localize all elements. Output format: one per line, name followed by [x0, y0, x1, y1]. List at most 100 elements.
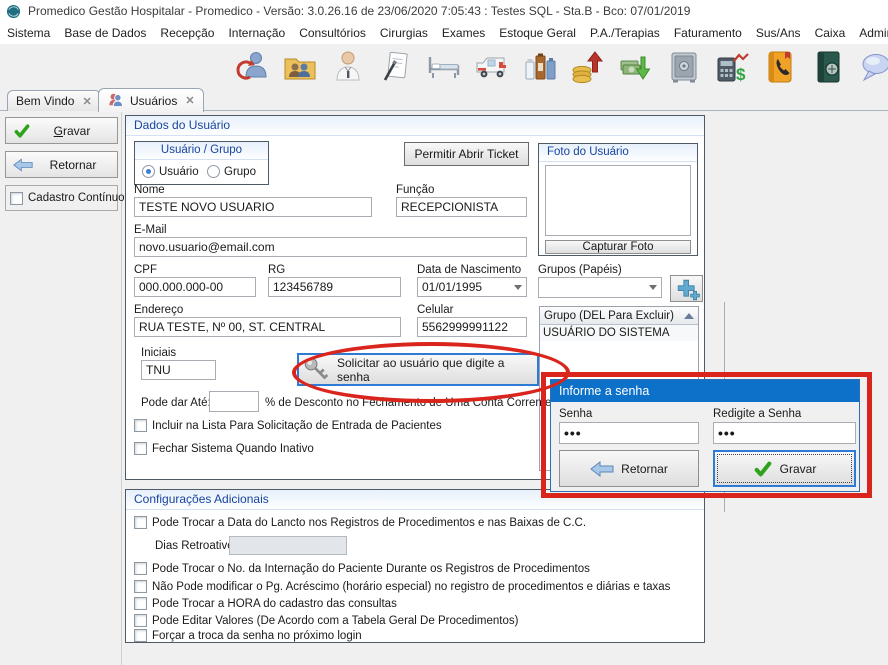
config-row: Pode Trocar o No. da Internação do Pacie…	[134, 562, 590, 575]
close-tab-icon[interactable]: ✕	[185, 94, 194, 107]
menu-caixa[interactable]: Caixa	[808, 26, 853, 40]
grupos-label: Grupos (Papéis)	[538, 264, 622, 276]
config-label: Pode Trocar a Data do Lancto nos Registr…	[152, 517, 586, 529]
cpf-label: CPF	[134, 264, 157, 276]
group-title: Configurações Adicionais	[126, 490, 704, 510]
dialog-retornar-label: Retornar	[621, 462, 668, 476]
app-window: Promedico Gestão Hospitalar - Promedico …	[0, 0, 888, 665]
menu-sistema[interactable]: Sistema	[0, 26, 57, 40]
users-sync-icon[interactable]	[233, 48, 271, 86]
capturar-foto-label: Capturar Foto	[583, 241, 654, 253]
menu-consultorios[interactable]: Consultórios	[292, 26, 373, 40]
menu-recepcao[interactable]: Recepção	[153, 26, 221, 40]
config-row: Pode Editar Valores (De Acordo com a Tab…	[134, 614, 518, 627]
cadastro-continuo-checkbox[interactable]	[10, 192, 23, 205]
ledger-book-icon[interactable]	[809, 48, 847, 86]
config-checkbox[interactable]	[134, 562, 147, 575]
celular-field[interactable]: 5562999991122	[417, 317, 527, 337]
menu-exames[interactable]: Exames	[435, 26, 492, 40]
rg-label: RG	[268, 264, 285, 276]
menu-bar: Sistema Base de Dados Recepção Internaçã…	[0, 22, 888, 44]
iniciais-field[interactable]: TNU	[141, 360, 216, 380]
endereco-field[interactable]: RUA TESTE, Nº 00, ST. CENTRAL	[134, 317, 401, 337]
senha-label: Senha	[559, 408, 592, 420]
config-checkbox[interactable]	[134, 597, 147, 610]
pharmacy-icon[interactable]	[521, 48, 559, 86]
config-row: Pode Trocar a HORA do cadastro das consu…	[134, 597, 397, 610]
celular-label: Celular	[417, 304, 453, 316]
config-label: Pode Editar Valores (De Acordo com a Tab…	[152, 615, 518, 627]
config-row: Pode Trocar a Data do Lancto nos Registr…	[134, 516, 586, 529]
doctor-icon[interactable]	[329, 48, 367, 86]
configuracoes-adicionais-group: Configurações Adicionais Pode Trocar a D…	[125, 489, 705, 643]
check-icon	[13, 123, 31, 139]
tab-bem-vindo[interactable]: Bem Vindo ✕	[7, 90, 101, 111]
phone-book-icon[interactable]	[761, 48, 799, 86]
solicitar-senha-button[interactable]: Solicitar ao usuário que digite a senha	[297, 353, 539, 386]
fechar-sistema-label: Fechar Sistema Quando Inativo	[152, 443, 314, 455]
config-checkbox[interactable]	[134, 516, 147, 529]
desconto-prefix-label: Pode dar Até:	[141, 397, 211, 409]
menu-faturamento[interactable]: Faturamento	[667, 26, 749, 40]
tab-usuarios[interactable]: Usuários ✕	[98, 88, 204, 112]
dialog-gravar-label: Gravar	[780, 462, 817, 476]
chat-icon[interactable]	[857, 48, 888, 86]
solicitar-senha-label: Solicitar ao usuário que digite a senha	[337, 356, 537, 384]
list-item[interactable]: USUÁRIO DO SISTEMA	[540, 325, 698, 341]
config-checkbox[interactable]	[134, 614, 147, 627]
dialog-gravar-button[interactable]: Gravar	[713, 450, 856, 487]
radio-usuario-control[interactable]	[142, 165, 155, 178]
capturar-foto-button[interactable]: Capturar Foto	[545, 240, 691, 254]
nome-label: Nome	[134, 184, 165, 196]
title-bar: Promedico Gestão Hospitalar - Promedico …	[0, 0, 888, 22]
cpf-field[interactable]: 000.000.000-00	[134, 277, 256, 297]
rg-field[interactable]: 123456789	[268, 277, 401, 297]
email-field[interactable]: novo.usuario@email.com	[134, 237, 527, 257]
radio-usuario[interactable]: Usuário	[142, 165, 199, 178]
menu-cirurgias[interactable]: Cirurgias	[373, 26, 435, 40]
nome-field[interactable]: TESTE NOVO USUARIO	[134, 197, 372, 217]
dialog-retornar-button[interactable]: Retornar	[559, 450, 699, 487]
permitir-abrir-ticket-button[interactable]: Permitir Abrir Ticket	[404, 142, 529, 166]
payment-down-icon[interactable]	[617, 48, 655, 86]
cadastro-continuo-label: Cadastro Contínuo	[28, 192, 125, 204]
funcao-field[interactable]: RECEPCIONISTA	[396, 197, 527, 217]
safe-icon[interactable]	[665, 48, 703, 86]
add-grupo-button[interactable]	[670, 275, 703, 302]
incluir-lista-checkbox[interactable]	[134, 419, 147, 432]
hospital-bed-icon[interactable]	[425, 48, 463, 86]
incluir-lista-row: Incluir na Lista Para Solicitação de Ent…	[134, 419, 442, 432]
menu-internacao[interactable]: Internação	[221, 26, 292, 40]
informe-senha-dialog: Informe a senha Senha Redigite a Senha •…	[550, 379, 860, 492]
redigite-senha-field[interactable]: •••	[713, 422, 856, 444]
funcao-label: Função	[396, 184, 434, 196]
menu-estoque-geral[interactable]: Estoque Geral	[492, 26, 583, 40]
fechar-sistema-checkbox[interactable]	[134, 442, 147, 455]
nascimento-combo[interactable]: 01/01/1995	[417, 277, 527, 297]
config-checkbox[interactable]	[134, 580, 147, 593]
senha-field[interactable]: •••	[559, 422, 699, 444]
group-title: Dados do Usuário	[126, 116, 704, 136]
ambulance-icon[interactable]	[473, 48, 511, 86]
finance-calculator-icon[interactable]: $	[713, 48, 751, 86]
permitir-ticket-label: Permitir Abrir Ticket	[414, 147, 518, 161]
prescription-icon[interactable]	[377, 48, 415, 86]
menu-sus-ans[interactable]: Sus/Ans	[749, 26, 808, 40]
radio-grupo-control[interactable]	[207, 165, 220, 178]
menu-pa-terapias[interactable]: P.A./Terapias	[583, 26, 667, 40]
revenue-up-icon[interactable]	[569, 48, 607, 86]
config-checkbox[interactable]	[134, 629, 147, 642]
close-tab-icon[interactable]: ✕	[82, 95, 91, 108]
tipo-usuario-group: Usuário / Grupo Usuário Grupo	[134, 141, 269, 185]
grupos-list-header[interactable]: Grupo (DEL Para Excluir)	[540, 307, 698, 325]
grupos-combo[interactable]	[538, 277, 662, 298]
radio-grupo[interactable]: Grupo	[207, 165, 256, 178]
patient-folder-icon[interactable]	[281, 48, 319, 86]
endereco-label: Endereço	[134, 304, 183, 316]
gravar-button[interactable]: Gravar	[5, 117, 118, 144]
dias-retroativos-field[interactable]	[229, 536, 347, 555]
menu-administracao[interactable]: Administração	[852, 26, 888, 40]
desconto-field[interactable]	[209, 391, 259, 412]
retornar-button[interactable]: Retornar	[5, 151, 118, 178]
menu-base-de-dados[interactable]: Base de Dados	[57, 26, 153, 40]
